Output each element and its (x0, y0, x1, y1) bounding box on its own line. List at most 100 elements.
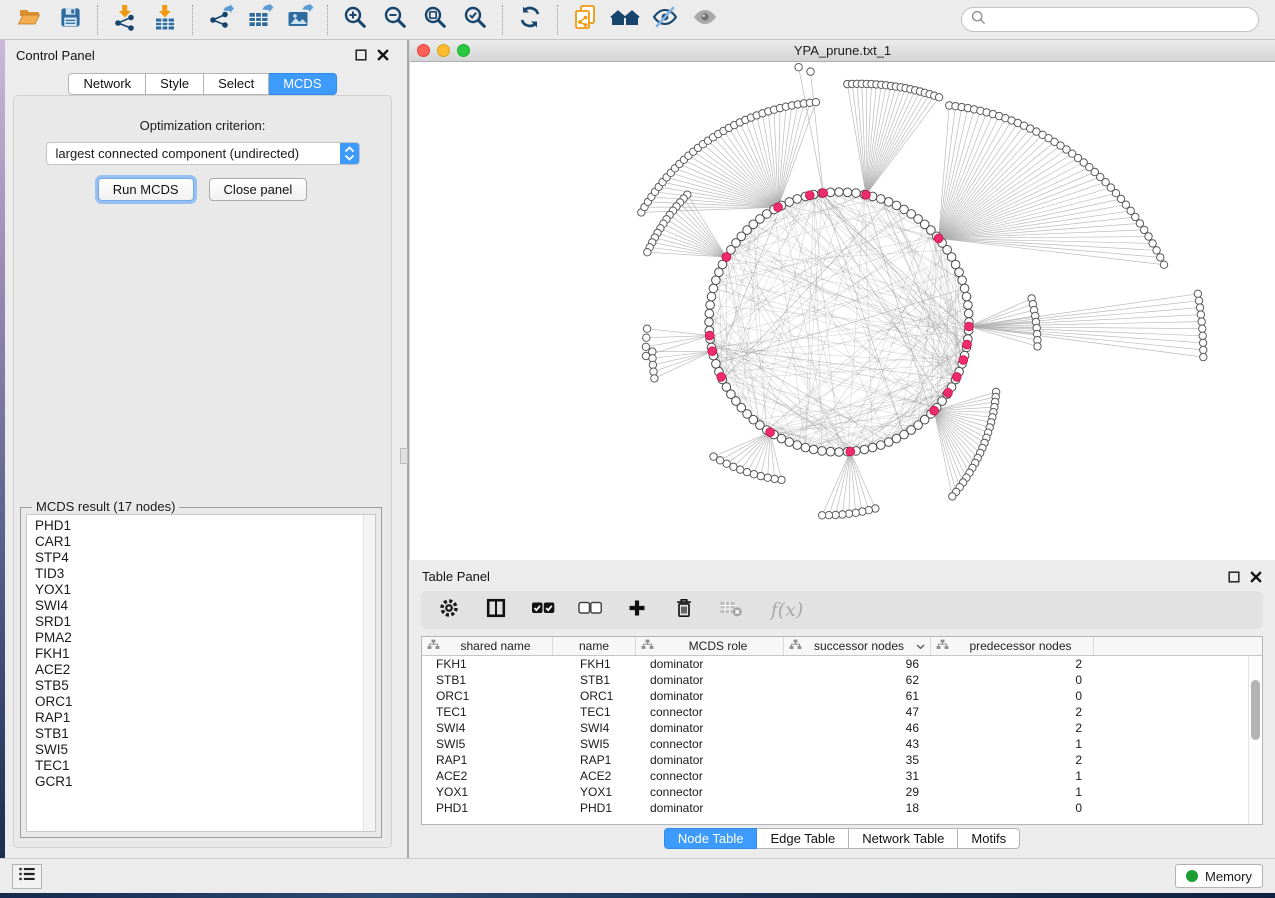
mcds-hub-node[interactable] (952, 373, 961, 382)
mcds-result-node[interactable]: TEC1 (35, 758, 375, 774)
close-panel-button[interactable]: Close panel (209, 178, 308, 201)
network-node[interactable] (1195, 297, 1202, 304)
delete-column-button[interactable] (671, 597, 697, 623)
network-node[interactable] (712, 276, 721, 285)
table-row-phd1[interactable]: PHD1PHD1dominator180 (422, 800, 1262, 816)
mcds-hub-node[interactable] (774, 203, 783, 212)
network-node[interactable] (958, 276, 967, 285)
mcds-result-node[interactable]: PHD1 (35, 518, 375, 534)
network-node[interactable] (1153, 247, 1160, 254)
network-node[interactable] (712, 360, 721, 369)
tab-edge-table[interactable]: Edge Table (757, 828, 849, 849)
mcds-result-node[interactable]: RAP1 (35, 710, 375, 726)
table-row-tec1[interactable]: TEC1TEC1connector472 (422, 704, 1262, 720)
network-node[interactable] (1199, 332, 1206, 339)
zoom-selected-button[interactable] (455, 3, 495, 37)
open-session-button[interactable] (10, 3, 50, 37)
mcds-result-node[interactable]: SRD1 (35, 614, 375, 630)
function-builder-button[interactable]: f(x) (765, 597, 809, 623)
splitter-handle[interactable] (400, 448, 408, 464)
network-node[interactable] (1199, 325, 1206, 332)
first-neighbors-button[interactable] (605, 3, 645, 37)
export-image-button[interactable] (280, 3, 320, 37)
network-node[interactable] (650, 368, 657, 375)
network-node[interactable] (892, 434, 901, 443)
network-node[interactable] (884, 198, 893, 207)
window-maximize-button[interactable] (457, 44, 470, 57)
mcds-result-list[interactable]: PHD1CAR1STP4TID3YOX1SWI4SRD1PMA2FKH1ACE2… (26, 514, 376, 832)
show-all-button[interactable] (685, 3, 725, 37)
clone-network-button[interactable] (565, 3, 605, 37)
hide-selected-button[interactable] (645, 3, 685, 37)
column-header-shared-name[interactable]: shared name (422, 637, 553, 655)
mcds-hub-node[interactable] (930, 406, 939, 415)
network-node[interactable] (715, 268, 724, 277)
network-node[interactable] (1200, 353, 1207, 360)
table-scrollbar[interactable] (1248, 656, 1262, 824)
network-node[interactable] (843, 188, 852, 197)
network-node[interactable] (809, 445, 818, 454)
network-node[interactable] (706, 301, 715, 310)
tab-network[interactable]: Network (68, 73, 146, 95)
mcds-hub-node[interactable] (705, 331, 714, 340)
table-row-yox1[interactable]: YOX1YOX1connector291 (422, 784, 1262, 800)
select-all-columns-button[interactable] (530, 597, 556, 623)
network-node[interactable] (955, 268, 964, 277)
window-minimize-button[interactable] (437, 44, 450, 57)
mcds-result-node[interactable]: YOX1 (35, 582, 375, 598)
optimization-criterion-select[interactable]: largest connected component (undirected) (46, 142, 360, 165)
mcds-result-node[interactable]: ORC1 (35, 694, 375, 710)
network-node[interactable] (935, 94, 942, 101)
network-node[interactable] (1200, 346, 1207, 353)
table-settings-button[interactable] (436, 597, 462, 623)
network-node[interactable] (1199, 339, 1206, 346)
table-row-fkh1[interactable]: FKH1FKH1dominator962 (422, 656, 1262, 672)
network-node[interactable] (743, 468, 750, 475)
network-node[interactable] (707, 292, 716, 301)
panel-splitter[interactable] (400, 40, 409, 858)
mcds-result-node[interactable]: TID3 (35, 566, 375, 582)
network-node[interactable] (710, 453, 717, 460)
mcds-result-node[interactable]: ACE2 (35, 662, 375, 678)
table-row-swi5[interactable]: SWI5SWI5connector431 (422, 736, 1262, 752)
column-header-mcds-role[interactable]: MCDS role (636, 637, 784, 655)
tab-style[interactable]: Style (146, 73, 204, 95)
network-node[interactable] (951, 260, 960, 269)
tab-mcds[interactable]: MCDS (269, 73, 336, 95)
export-network-button[interactable] (200, 3, 240, 37)
mcds-result-node[interactable]: CAR1 (35, 534, 375, 550)
delete-table-button[interactable] (718, 597, 744, 623)
network-node[interactable] (812, 99, 819, 106)
mcds-result-node[interactable]: SWI5 (35, 742, 375, 758)
import-network-button[interactable] (105, 3, 145, 37)
network-node[interactable] (643, 325, 650, 332)
network-node[interactable] (737, 466, 744, 473)
network-node[interactable] (1136, 220, 1143, 227)
network-node[interactable] (651, 375, 658, 382)
mcds-hub-node[interactable] (944, 388, 953, 397)
network-node[interactable] (793, 195, 802, 204)
network-node[interactable] (644, 249, 651, 256)
network-node[interactable] (642, 343, 649, 350)
network-node[interactable] (839, 511, 846, 518)
network-node[interactable] (1141, 226, 1148, 233)
close-table-panel-icon[interactable] (1249, 570, 1262, 583)
mcds-result-node[interactable]: SWI4 (35, 598, 375, 614)
network-node[interactable] (1196, 304, 1203, 311)
mcds-hub-node[interactable] (934, 234, 943, 243)
network-node[interactable] (785, 198, 794, 207)
column-header-predecessor-nodes[interactable]: predecessor nodes (931, 637, 1094, 655)
column-header-name[interactable]: name (553, 637, 636, 655)
network-node[interactable] (825, 512, 832, 519)
mcds-result-node[interactable]: STB5 (35, 678, 375, 694)
mcds-hub-node[interactable] (805, 191, 814, 200)
show-columns-button[interactable] (483, 597, 509, 623)
table-row-stb1[interactable]: STB1STB1dominator620 (422, 672, 1262, 688)
column-header-successor-nodes[interactable]: successor nodes (784, 637, 931, 655)
network-node[interactable] (795, 64, 802, 71)
table-row-ace2[interactable]: ACE2ACE2connector311 (422, 768, 1262, 784)
network-node[interactable] (818, 512, 825, 519)
zoom-fit-button[interactable] (415, 3, 455, 37)
mcds-hub-node[interactable] (708, 347, 717, 356)
refresh-button[interactable] (510, 3, 550, 37)
